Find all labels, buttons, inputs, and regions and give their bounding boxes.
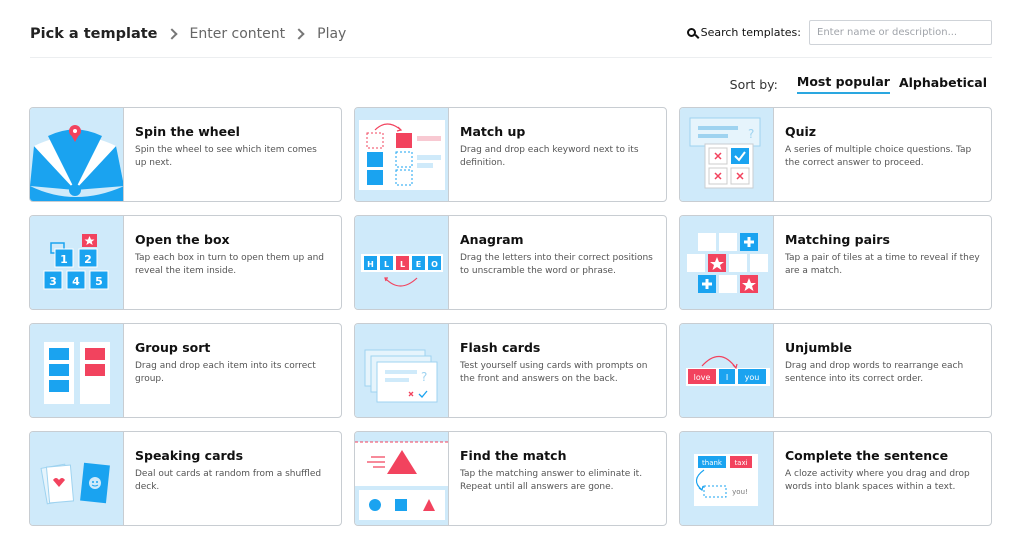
letter-tile: L xyxy=(384,260,389,269)
card-title: Open the box xyxy=(135,232,230,247)
card-title: Matching pairs xyxy=(785,232,890,247)
card-description: Drag and drop words to rearrange each se… xyxy=(785,361,964,384)
speaking-cards-icon xyxy=(30,432,124,525)
group-sort-icon xyxy=(30,324,124,417)
card-description: A series of multiple choice questions. T… xyxy=(785,145,972,168)
template-card-complete-the-sentence[interactable]: thank taxi you! Complete the sentence A … xyxy=(679,431,992,526)
word-tile: taxi xyxy=(734,459,747,467)
word-tile: thank xyxy=(702,459,723,467)
template-grid: Spin the wheel Spin the wheel to see whi… xyxy=(29,107,992,526)
sort-most-popular[interactable]: Most popular xyxy=(796,74,890,94)
chevron-right-icon xyxy=(293,28,305,40)
card-title: Group sort xyxy=(135,340,211,355)
svg-text:?: ? xyxy=(421,370,427,384)
word-tile: love xyxy=(694,373,711,382)
breadcrumb: Pick a template Enter content Play Searc… xyxy=(30,20,992,46)
anagram-icon: H L L E O xyxy=(355,216,449,309)
letter-tile: O xyxy=(431,260,438,269)
search-label: Search templates: xyxy=(686,26,801,39)
boxes-icon: 1 2 3 4 5 xyxy=(30,216,124,309)
card-description: Tap a pair of tiles at a time to reveal … xyxy=(785,253,980,276)
word-tile: I xyxy=(726,373,728,382)
card-title: Flash cards xyxy=(460,340,541,355)
box-number: 5 xyxy=(95,275,103,288)
sort-alphabetical[interactable]: Alphabetical xyxy=(899,75,987,93)
card-description: Drag and drop each item into its correct… xyxy=(135,361,316,384)
letter-tile: E xyxy=(416,260,421,269)
sort-bar: Sort by: Most popular Alphabetical xyxy=(730,74,987,94)
card-title: Unjumble xyxy=(785,340,852,355)
template-card-flash-cards[interactable]: ? Flash cards Test yourself using cards … xyxy=(354,323,667,418)
tiles-icon xyxy=(680,216,774,309)
template-card-spin-the-wheel[interactable]: Spin the wheel Spin the wheel to see whi… xyxy=(29,107,342,202)
card-description: Spin the wheel to see which item comes u… xyxy=(135,145,317,168)
word-tile: you! xyxy=(732,488,748,496)
card-description: Tap the matching answer to eliminate it.… xyxy=(460,469,643,492)
template-card-quiz[interactable]: ? Quiz A series of multiple choice quest… xyxy=(679,107,992,202)
template-card-matching-pairs[interactable]: Matching pairs Tap a pair of tiles at a … xyxy=(679,215,992,310)
letter-tile: L xyxy=(400,260,405,269)
letter-tile: H xyxy=(367,260,374,269)
card-description: Tap each box in turn to open them up and… xyxy=(135,253,325,276)
find-match-icon xyxy=(355,432,449,525)
quiz-icon: ? xyxy=(680,108,774,201)
search-area: Search templates: xyxy=(686,20,992,45)
template-card-match-up[interactable]: Match up Drag and drop each keyword next… xyxy=(354,107,667,202)
chevron-right-icon xyxy=(165,28,178,40)
breadcrumb-play[interactable]: Play xyxy=(317,26,346,42)
card-title: Spin the wheel xyxy=(135,124,240,139)
cloze-icon: thank taxi you! xyxy=(680,432,774,525)
breadcrumb-enter-content[interactable]: Enter content xyxy=(190,26,286,42)
template-card-group-sort[interactable]: Group sort Drag and drop each item into … xyxy=(29,323,342,418)
card-description: A cloze activity where you drag and drop… xyxy=(785,469,970,492)
card-description: Drag and drop each keyword next to its d… xyxy=(460,145,639,168)
card-title: Match up xyxy=(460,124,526,139)
flash-cards-icon: ? xyxy=(355,324,449,417)
unjumble-icon: love I you xyxy=(680,324,774,417)
box-number: 3 xyxy=(49,275,57,288)
breadcrumb-pick-template[interactable]: Pick a template xyxy=(30,26,158,42)
card-description: Deal out cards at random from a shuffled… xyxy=(135,469,322,492)
svg-text:?: ? xyxy=(748,127,754,141)
search-icon xyxy=(686,28,696,37)
template-card-open-the-box[interactable]: 1 2 3 4 5 Open the box Tap each box in t… xyxy=(29,215,342,310)
header-divider xyxy=(30,57,992,58)
card-title: Find the match xyxy=(460,448,567,463)
card-title: Complete the sentence xyxy=(785,448,949,463)
box-number: 4 xyxy=(72,275,80,288)
card-title: Anagram xyxy=(460,232,524,247)
template-card-anagram[interactable]: H L L E O Anagram Drag the letters into … xyxy=(354,215,667,310)
template-card-speaking-cards[interactable]: Speaking cards Deal out cards at random … xyxy=(29,431,342,526)
match-up-icon xyxy=(355,108,449,201)
card-description: Drag the letters into their correct posi… xyxy=(460,253,653,276)
box-number: 2 xyxy=(84,253,92,266)
template-card-unjumble[interactable]: love I you Unjumble Drag and drop words … xyxy=(679,323,992,418)
box-number: 1 xyxy=(60,253,68,266)
card-description: Test yourself using cards with prompts o… xyxy=(460,361,648,384)
template-card-find-the-match[interactable]: Find the match Tap the matching answer t… xyxy=(354,431,667,526)
wheel-icon xyxy=(30,108,124,201)
search-label-text: Search templates: xyxy=(700,26,801,39)
card-title: Quiz xyxy=(785,124,817,139)
sort-label: Sort by: xyxy=(729,76,778,92)
card-title: Speaking cards xyxy=(135,448,244,463)
search-input[interactable] xyxy=(809,20,992,45)
word-tile: you xyxy=(745,373,760,382)
